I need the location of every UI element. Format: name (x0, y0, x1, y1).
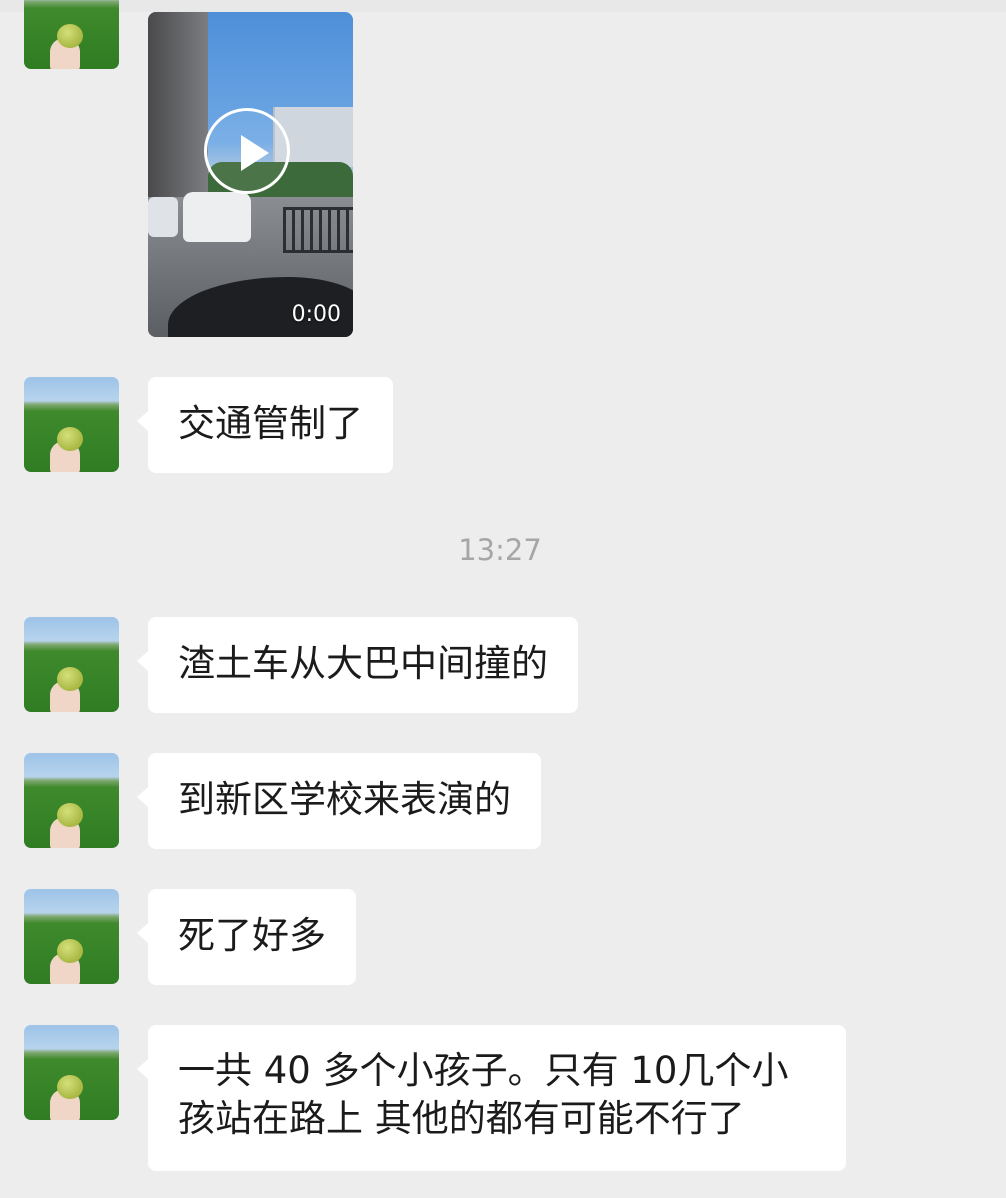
video-thumb-car (183, 192, 251, 242)
video-thumb-overpass (148, 12, 208, 212)
message-bubble[interactable]: 交通管制了 (137, 377, 393, 473)
message-text-line: 孩站在路上 其他的都有可能不行了 (178, 1097, 745, 1140)
message-bubble[interactable]: 到新区学校来表演的 (137, 753, 541, 849)
avatar-fruit (57, 24, 83, 48)
chat-timestamp: 13:27 (458, 533, 542, 567)
message-text: 到新区学校来表演的 (178, 778, 511, 821)
sender-avatar[interactable] (24, 1025, 119, 1120)
sender-avatar[interactable] (24, 753, 119, 848)
avatar-fruit (57, 427, 83, 451)
message-text: 交通管制了 (178, 402, 363, 445)
message-bubble[interactable]: 渣土车从大巴中间撞的 (137, 617, 578, 713)
message-bubble[interactable]: 一共 40 多个小孩子。只有 10几个小 孩站在路上 其他的都有可能不行了 (137, 1025, 846, 1171)
avatar-fruit (57, 667, 83, 691)
video-message[interactable]: 0:00 (148, 12, 353, 337)
top-edge (0, 0, 1006, 12)
message-text-line: 一共 40 多个小孩子。只有 10几个小 (178, 1049, 789, 1092)
sender-avatar[interactable] (24, 377, 119, 472)
avatar-fruit (57, 803, 83, 827)
avatar-fruit (57, 939, 83, 963)
message-bubble[interactable]: 死了好多 (137, 889, 356, 985)
sender-avatar[interactable] (24, 0, 119, 69)
avatar-fruit (57, 1075, 83, 1099)
video-duration: 0:00 (291, 302, 341, 327)
video-thumb-fence (283, 207, 353, 253)
sender-avatar[interactable] (24, 889, 119, 984)
sender-avatar[interactable] (24, 617, 119, 712)
play-icon[interactable] (204, 108, 290, 194)
message-text: 渣土车从大巴中间撞的 (178, 642, 548, 685)
video-thumb-car (148, 197, 178, 237)
message-text: 死了好多 (178, 914, 326, 957)
